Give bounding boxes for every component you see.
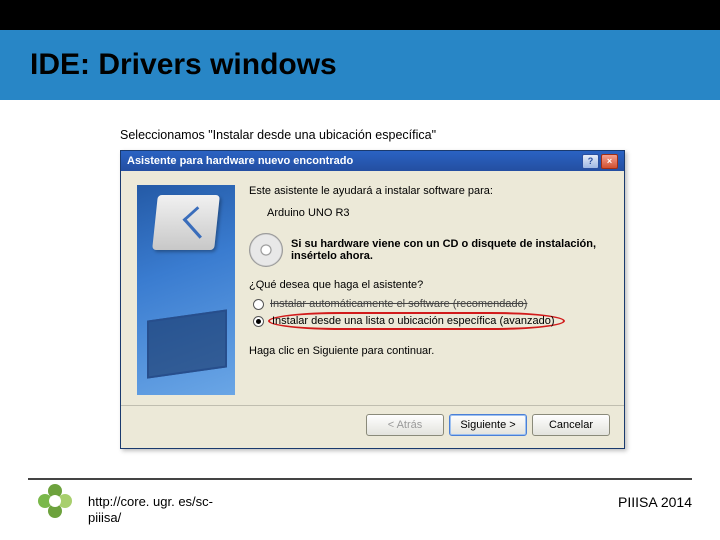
- flower-icon: [38, 484, 72, 518]
- cd-icon: [249, 233, 283, 267]
- wizard-content: Este asistente le ayudará a instalar sof…: [249, 185, 608, 395]
- radio-auto-label: Instalar automáticamente el software (re…: [270, 298, 527, 310]
- footer-url-line2: piiisa/: [88, 510, 121, 525]
- wizard-titlebar: Asistente para hardware nuevo encontrado…: [121, 151, 624, 171]
- footer-url-line1: http://core. ugr. es/sc-: [88, 494, 213, 509]
- wizard-intro: Este asistente le ayudará a instalar sof…: [249, 185, 608, 197]
- cancel-button[interactable]: Cancelar: [532, 414, 610, 436]
- wizard-body: Este asistente le ayudará a instalar sof…: [121, 171, 624, 405]
- cd-hint-row: Si su hardware viene con un CD o disquet…: [249, 233, 608, 267]
- footer-separator: [28, 478, 692, 480]
- cd-hint-text: Si su hardware viene con un CD o disquet…: [291, 238, 608, 262]
- window-controls: ? ×: [582, 154, 618, 169]
- radio-manual-label: Instalar desde una lista o ubicación esp…: [268, 312, 565, 330]
- device-name: Arduino UNO R3: [267, 207, 608, 219]
- floppy-icon: [147, 309, 227, 378]
- wizard-titlebar-text: Asistente para hardware nuevo encontrado: [127, 155, 353, 167]
- radio-option-list: Instalar automáticamente el software (re…: [251, 297, 608, 331]
- slide-caption: Seleccionamos "Instalar desde una ubicac…: [120, 128, 436, 142]
- wizard-button-row: < Atrás Siguiente > Cancelar: [121, 405, 624, 448]
- radio-icon: [253, 316, 264, 327]
- back-button[interactable]: < Atrás: [366, 414, 444, 436]
- wizard-side-image: [137, 185, 235, 395]
- close-button[interactable]: ×: [601, 154, 618, 169]
- radio-option-manual[interactable]: Instalar desde una lista o ubicación esp…: [251, 311, 608, 331]
- radio-icon: [253, 299, 264, 310]
- next-button[interactable]: Siguiente >: [449, 414, 527, 436]
- wizard-question: ¿Qué desea que haga el asistente?: [249, 279, 608, 291]
- insert-hw-icon: [152, 195, 220, 250]
- slide-title: IDE: Drivers windows: [30, 48, 337, 82]
- footer-url: http://core. ugr. es/sc- piiisa/: [88, 494, 213, 527]
- wizard-window: Asistente para hardware nuevo encontrado…: [120, 150, 625, 449]
- continue-hint: Haga clic en Siguiente para continuar.: [249, 345, 608, 357]
- title-bar: IDE: Drivers windows: [0, 30, 720, 100]
- footer-right-text: PIIISA 2014: [618, 494, 692, 510]
- top-black-bar: [0, 0, 720, 30]
- radio-option-auto[interactable]: Instalar automáticamente el software (re…: [251, 297, 608, 311]
- help-button[interactable]: ?: [582, 154, 599, 169]
